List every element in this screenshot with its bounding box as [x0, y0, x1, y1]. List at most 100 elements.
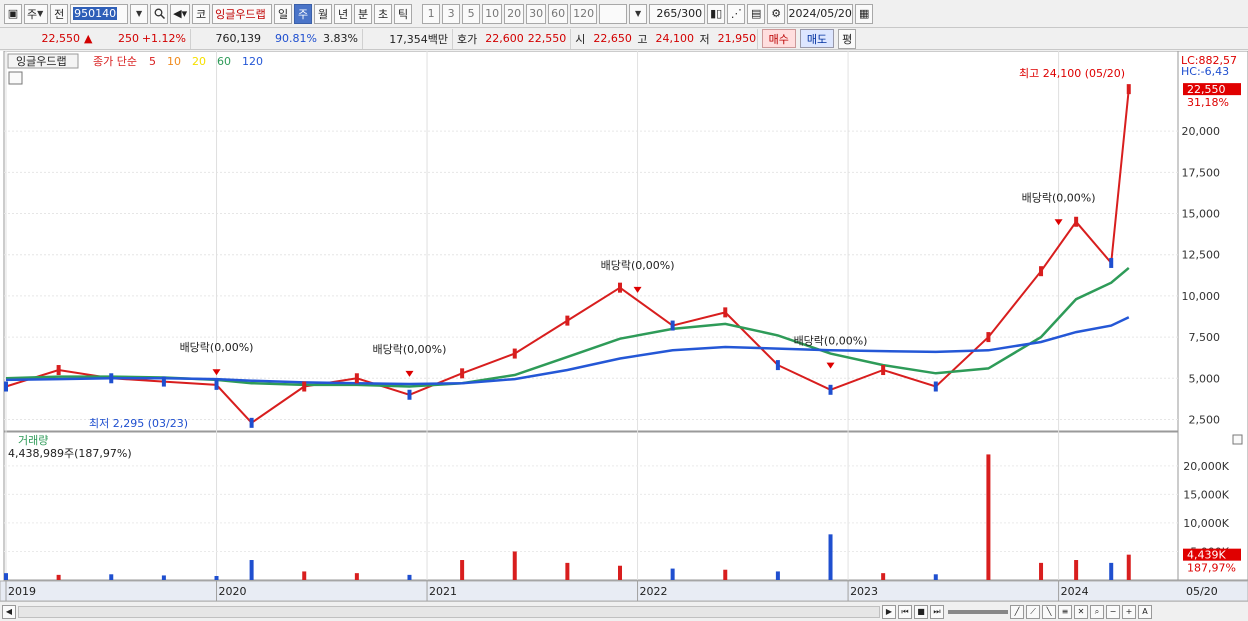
interval-dropdown-icon[interactable]: ▼: [629, 3, 648, 24]
interval-20[interactable]: 20: [504, 3, 525, 24]
price-point: [407, 393, 411, 397]
dividend-annotation: 배당락(0,00%): [373, 343, 447, 356]
dividend-arrow-icon: [633, 286, 642, 293]
volume-bar: [1039, 562, 1044, 580]
scroll-track[interactable]: [18, 605, 880, 618]
volume-bar: [775, 571, 780, 580]
price-point: [986, 335, 990, 339]
custom-interval-input[interactable]: [599, 3, 628, 24]
market-select[interactable]: 주 ▼: [24, 3, 49, 24]
volume-bar: [302, 571, 307, 580]
low-label: 저: [699, 32, 710, 46]
current-price-label: 22,550: [1187, 83, 1226, 96]
cross-icon[interactable]: ✕: [1074, 604, 1088, 619]
buy-button[interactable]: 매수: [761, 29, 796, 48]
search-icon[interactable]: [150, 3, 169, 24]
interval-10[interactable]: 10: [482, 3, 503, 24]
interval-120[interactable]: 120: [570, 3, 598, 24]
speed-slider[interactable]: [948, 609, 1008, 614]
fib-icon[interactable]: ≡: [1058, 604, 1072, 619]
chart-area[interactable]: 20,000 17,500 15,000 12,500 10,000 7,500 5,000…: [0, 50, 1248, 602]
interval-60[interactable]: 60: [548, 3, 569, 24]
count-field[interactable]: 265/300: [649, 3, 706, 24]
price-tick-label: 12,500: [1182, 249, 1221, 262]
volume-bar: [249, 560, 254, 580]
turnover-rate: 3.83%: [321, 28, 363, 49]
line-style-icon[interactable]: ⋰: [727, 3, 746, 24]
period-tick[interactable]: 틱: [394, 3, 413, 24]
series-line-120: [5, 316, 1130, 386]
period-year[interactable]: 년: [334, 3, 353, 24]
zoom-in-icon[interactable]: +: [1122, 604, 1136, 619]
zoom-out-icon[interactable]: −: [1106, 604, 1120, 619]
price-point: [250, 421, 254, 425]
period-month[interactable]: 월: [314, 3, 333, 24]
trend-icon[interactable]: ⟋: [1026, 604, 1040, 619]
code-dropdown-icon[interactable]: ▼: [130, 3, 149, 24]
legend-period-60: 60: [217, 55, 231, 68]
calendar-icon[interactable]: ▦: [855, 3, 874, 24]
period-day[interactable]: 일: [274, 3, 293, 24]
volume-bar: [354, 573, 359, 580]
date-field[interactable]: 2024/05/20: [787, 3, 854, 24]
draw-line-icon[interactable]: ╱: [1010, 604, 1024, 619]
volume-bar: [723, 569, 728, 580]
forward-icon[interactable]: ⏭: [930, 604, 944, 619]
price-point: [57, 368, 61, 372]
market-label: 주: [27, 7, 38, 21]
price-point: [934, 385, 938, 389]
current-price-pct: 31,18%: [1187, 96, 1229, 109]
x-tick-label: 2019: [8, 585, 36, 598]
period-week[interactable]: 주: [294, 3, 313, 24]
gear-icon[interactable]: ⚙: [767, 3, 786, 24]
x-tick-label: 2022: [640, 585, 668, 598]
legend-period-10: 10: [167, 55, 181, 68]
legend-ma-label: 종가 단순: [93, 55, 137, 68]
price-point: [302, 385, 306, 389]
sell-button[interactable]: 매도: [799, 29, 835, 48]
volume-bar: [618, 565, 623, 580]
market-kind-button[interactable]: 코: [192, 3, 211, 24]
volume-bar: [4, 573, 8, 580]
zoom-icon[interactable]: ⌕: [1090, 604, 1104, 619]
open-price: 22,650: [593, 32, 632, 45]
bottom-scrollbar[interactable]: ◀ ▶ ⏮ ■ ⏭ ╱ ⟋ ╲ ≡ ✕ ⌕ − + A: [0, 601, 1248, 621]
price-point: [355, 376, 359, 380]
speaker-icon[interactable]: ◀▾: [170, 3, 191, 24]
volume-bar: [161, 575, 166, 580]
x-tick-label: 2020: [219, 585, 247, 598]
interval-3[interactable]: 3: [442, 3, 461, 24]
code-value: 950140: [73, 7, 118, 20]
hc-label: HC:-6,43: [1181, 65, 1229, 78]
layout-icon[interactable]: ▣: [4, 3, 22, 24]
volume-bar: [460, 560, 465, 580]
rewind-icon[interactable]: ⏮: [898, 604, 912, 619]
period-minute[interactable]: 분: [354, 3, 373, 24]
price-tick-label: 10,000: [1182, 290, 1221, 303]
scroll-left-icon[interactable]: ◀: [2, 604, 16, 619]
period-second[interactable]: 초: [374, 3, 393, 24]
interval-30[interactable]: 30: [526, 3, 547, 24]
eval-button[interactable]: 평: [838, 28, 857, 49]
save-icon[interactable]: ▤: [747, 3, 766, 24]
prev-button[interactable]: 전: [50, 3, 69, 24]
volume-bar: [214, 576, 219, 580]
stop-icon[interactable]: ■: [914, 604, 928, 619]
font-size-icon[interactable]: A: [1138, 604, 1152, 619]
chevron-down-icon: ▼: [37, 9, 44, 18]
dividend-annotation: 배당락(0,00%): [180, 341, 254, 354]
interval-5[interactable]: 5: [462, 3, 481, 24]
stock-name[interactable]: 잉글우드랩: [212, 3, 273, 24]
volume-bar: [986, 454, 991, 580]
volume-legend-title: 거래량: [18, 434, 48, 447]
volume-tick-label: 15,000K: [1183, 488, 1229, 501]
channel-icon[interactable]: ╲: [1042, 604, 1056, 619]
price-tick-label: 5,000: [1189, 372, 1221, 385]
volume-bar: [565, 562, 570, 580]
candle-icon[interactable]: ▮▯: [707, 3, 726, 24]
code-input[interactable]: 950140: [70, 3, 129, 24]
interval-1[interactable]: 1: [422, 3, 441, 24]
play-icon[interactable]: ▶: [882, 604, 896, 619]
stock-chart[interactable]: 20,000 17,500 15,000 12,500 10,000 7,500 5,000…: [0, 50, 1248, 602]
volume-bar: [933, 574, 938, 580]
